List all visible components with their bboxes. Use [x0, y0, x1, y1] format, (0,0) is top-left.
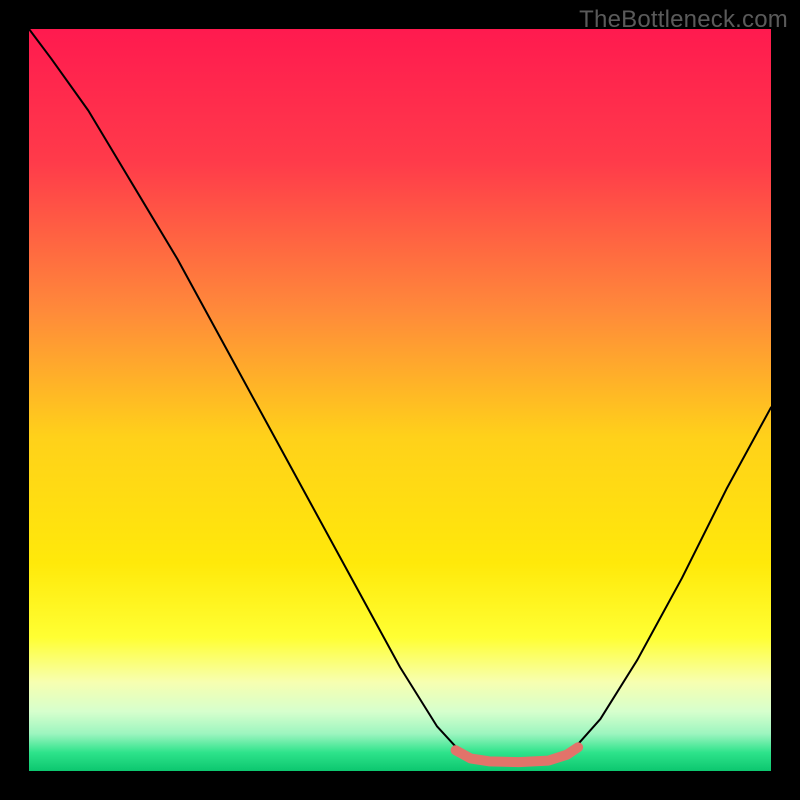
attribution-label: TheBottleneck.com — [579, 6, 788, 34]
chart-plot-bg — [29, 29, 771, 771]
chart-canvas — [0, 0, 800, 800]
chart-svg — [0, 0, 800, 800]
